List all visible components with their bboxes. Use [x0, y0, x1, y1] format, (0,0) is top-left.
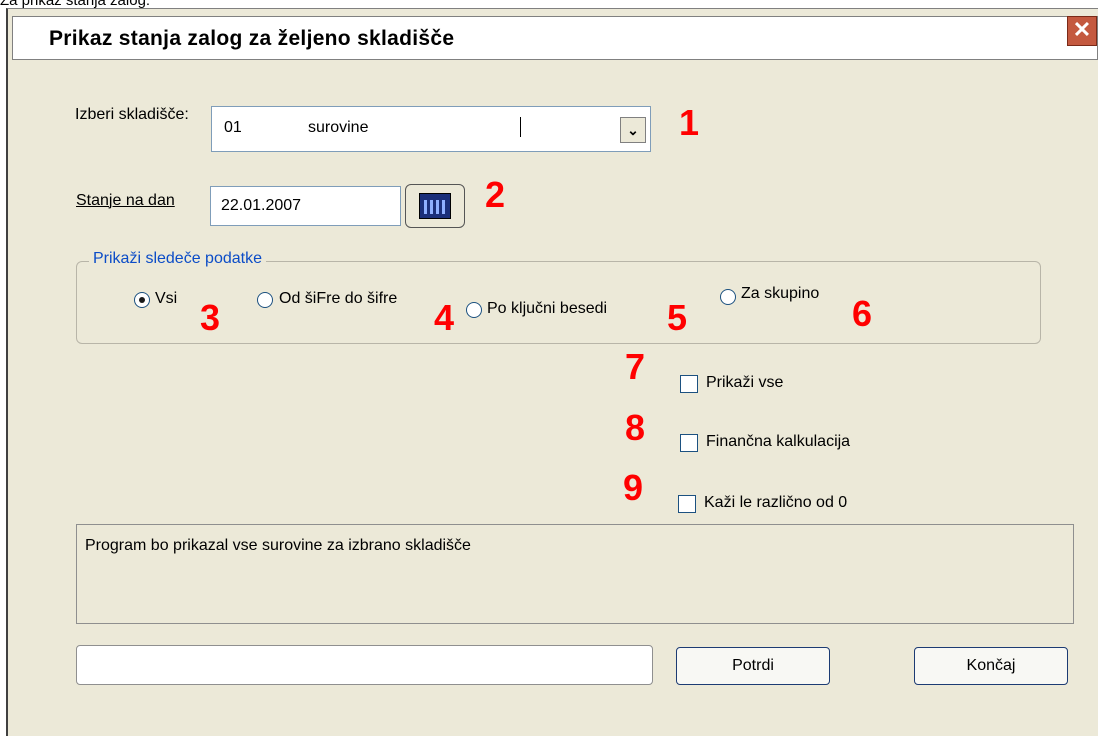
- radio-od-sifre-label: Od šiFre do šifre: [279, 290, 398, 307]
- calendar-icon: [419, 193, 451, 219]
- marker-8: 8: [625, 407, 646, 448]
- checkbox-financna-kalkulacija[interactable]: [680, 434, 698, 452]
- radio-kljucna-beseda-label: Po ključni besedi: [487, 300, 608, 317]
- marker-4: 4: [434, 297, 455, 338]
- dialog-title: Prikaz stanja zalog za željeno skladišče: [49, 27, 455, 50]
- radio-vsi-label: Vsi: [155, 290, 178, 307]
- marker-1: 1: [679, 102, 700, 143]
- checkbox-prikazi-vse-label: Prikaži vse: [706, 374, 784, 391]
- radio-vsi[interactable]: [134, 292, 150, 308]
- radio-od-sifre[interactable]: [257, 292, 273, 308]
- warehouse-name: surovine: [308, 119, 369, 136]
- marker-3: 3: [200, 297, 221, 338]
- marker-9: 9: [623, 467, 644, 508]
- calendar-button[interactable]: [405, 184, 465, 228]
- checkbox-razlicno-od-0[interactable]: [678, 495, 696, 513]
- marker-6: 6: [852, 293, 873, 334]
- date-label: Stanje na dan: [76, 192, 175, 209]
- marker-7: 7: [625, 346, 646, 387]
- checkbox-prikazi-vse[interactable]: [680, 375, 698, 393]
- info-box: Program bo prikazal vse surovine za izbr…: [76, 524, 1074, 624]
- marker-2: 2: [485, 174, 506, 215]
- warehouse-select[interactable]: 01 surovine ⌄: [211, 106, 651, 152]
- close-icon[interactable]: ✕: [1067, 16, 1097, 46]
- progress-bar: [76, 645, 653, 685]
- radio-kljucna-beseda[interactable]: [466, 302, 482, 318]
- title-bar: Prikaz stanja zalog za željeno skladišče…: [12, 16, 1098, 60]
- checkbox-financna-kalkulacija-label: Finančna kalkulacija: [706, 433, 851, 450]
- radio-za-skupino[interactable]: [720, 289, 736, 305]
- text-caret: [520, 117, 521, 137]
- info-text: Program bo prikazal vse surovine za izbr…: [85, 537, 471, 554]
- close-button[interactable]: Končaj: [914, 647, 1068, 685]
- marker-5: 5: [667, 297, 688, 338]
- chevron-down-icon[interactable]: ⌄: [620, 117, 646, 143]
- warehouse-label: Izberi skladišče:: [75, 106, 189, 123]
- date-input[interactable]: 22.01.2007: [210, 186, 401, 226]
- checkbox-razlicno-od-0-label: Kaži le različno od 0: [704, 494, 848, 511]
- confirm-button[interactable]: Potrdi: [676, 647, 830, 685]
- filter-group-title: Prikaži sledeče podatke: [89, 250, 266, 268]
- date-value: 22.01.2007: [221, 197, 302, 214]
- warehouse-code: 01: [224, 119, 242, 136]
- radio-za-skupino-label: Za skupino: [741, 285, 820, 302]
